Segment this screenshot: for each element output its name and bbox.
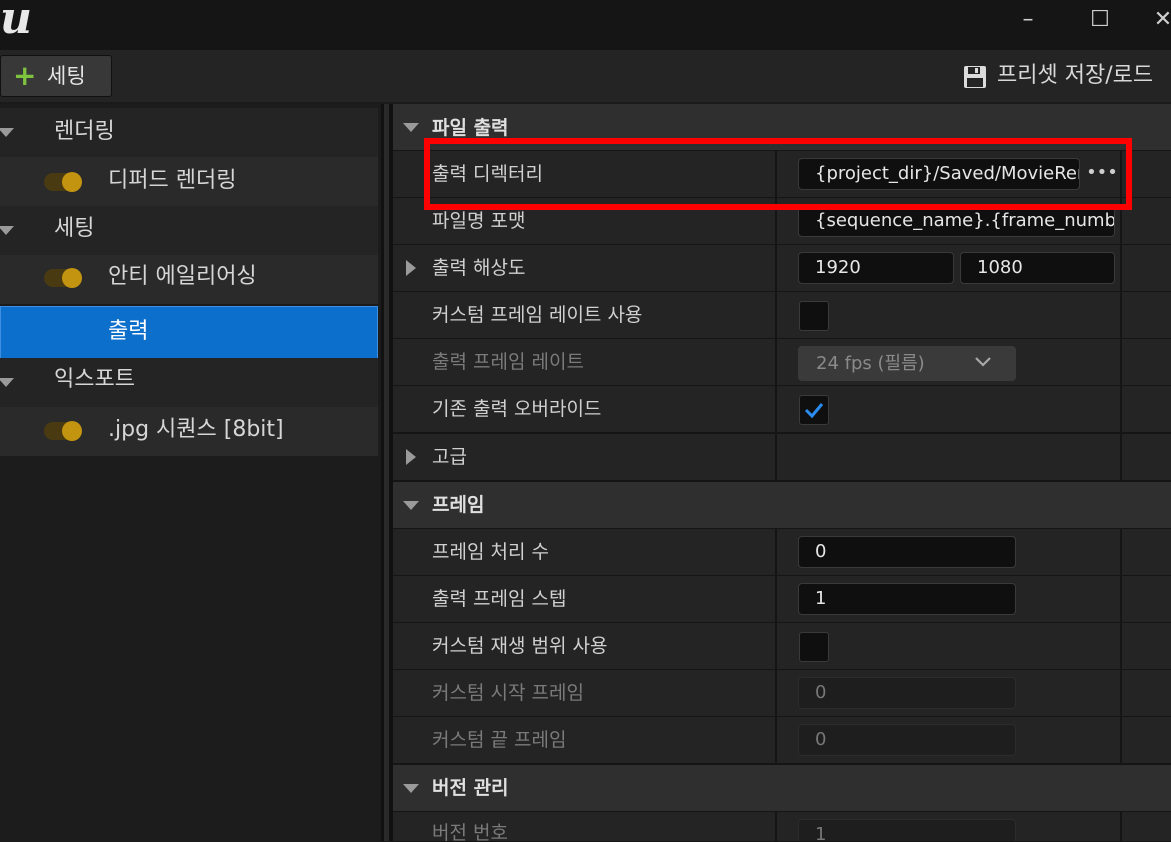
maximize-icon[interactable]: ☐	[1078, 0, 1122, 40]
override-existing-label: 기존 출력 오버라이드	[432, 398, 602, 420]
add-setting-label: 세팅	[47, 64, 86, 88]
version-number-label: 버전 번호	[432, 822, 508, 842]
custom-playback-range-label: 커스텀 재생 범위 사용	[432, 635, 608, 657]
tree-item-label: 안티 에일리어싱	[108, 264, 257, 289]
output-frame-step-field[interactable]: 1	[798, 583, 1016, 615]
add-setting-button[interactable]: + 세팅	[0, 55, 112, 97]
chevron-down-icon	[975, 357, 991, 367]
title-bar	[0, 0, 1171, 50]
caret-down-icon[interactable]	[403, 784, 419, 793]
row-custom-end-frame: 커스텀 끝 프레임 0	[393, 717, 1171, 764]
tree-category-export[interactable]: 익스포트	[0, 358, 378, 407]
enable-toggle[interactable]	[44, 268, 82, 288]
caret-down-icon[interactable]	[0, 128, 14, 137]
unreal-logo-icon: u	[0, 0, 32, 44]
tree-category-label: 세팅	[54, 216, 95, 241]
custom-playback-range-checkbox[interactable]	[799, 632, 829, 662]
row-override-existing: 기존 출력 오버라이드	[393, 386, 1171, 433]
tree-item-label: 출력	[108, 319, 149, 344]
advanced-label: 고급	[432, 446, 467, 468]
tree-category-label: 익스포트	[54, 367, 135, 392]
enable-toggle[interactable]	[44, 172, 82, 192]
row-custom-framerate: 커스텀 프레임 레이트 사용	[393, 292, 1171, 339]
caret-down-icon[interactable]	[403, 501, 419, 510]
override-existing-checkbox[interactable]	[799, 395, 829, 425]
version-number-field[interactable]: 1	[798, 819, 1016, 841]
custom-framerate-label: 커스텀 프레임 레이트 사용	[432, 304, 643, 326]
preset-save-load-button[interactable]: 프리셋 저장/로드	[997, 61, 1153, 91]
handle-frame-count-field[interactable]: 0	[798, 536, 1016, 568]
caret-right-icon[interactable]	[406, 449, 416, 465]
row-custom-start-frame: 커스텀 시작 프레임 0	[393, 670, 1171, 717]
caret-down-icon[interactable]	[0, 378, 14, 387]
tree-item-output[interactable]: 출력	[0, 306, 378, 361]
custom-end-frame-field[interactable]: 0	[798, 724, 1016, 756]
tree-item-deferred-rendering[interactable]: 디퍼드 렌더링	[0, 157, 378, 206]
row-output-framerate: 출력 프레임 레이트 24 fps (필름)	[393, 339, 1171, 386]
output-frame-step-label: 출력 프레임 스텝	[432, 588, 567, 610]
output-framerate-dropdown[interactable]: 24 fps (필름)	[798, 346, 1016, 381]
plus-icon: +	[13, 59, 37, 92]
row-output-resolution: 출력 해상도 1920 1080	[393, 245, 1171, 292]
row-handle-frame-count: 프레임 처리 수 0	[393, 529, 1171, 576]
section-frames[interactable]: 프레임	[393, 482, 1171, 529]
checkmark-icon	[804, 403, 824, 419]
section-versioning[interactable]: 버전 관리	[393, 765, 1171, 812]
tree-item-label: .jpg 시퀀스 [8bit]	[108, 417, 284, 442]
tree-item-jpg-sequence[interactable]: .jpg 시퀀스 [8bit]	[0, 407, 378, 456]
row-advanced[interactable]: 고급	[393, 434, 1171, 481]
custom-start-frame-field[interactable]: 0	[798, 677, 1016, 709]
caret-right-icon[interactable]	[406, 260, 416, 276]
custom-framerate-checkbox[interactable]	[799, 301, 829, 331]
filename-format-label: 파일명 포맷	[432, 210, 526, 232]
tree-item-anti-aliasing[interactable]: 안티 에일리어싱	[0, 255, 378, 304]
row-output-frame-step: 출력 프레임 스텝 1	[393, 576, 1171, 623]
resolution-y-field[interactable]: 1080	[960, 252, 1115, 284]
row-custom-playback-range: 커스텀 재생 범위 사용	[393, 623, 1171, 670]
save-icon[interactable]	[963, 65, 987, 89]
splitter-grip	[384, 104, 389, 841]
handle-frame-count-label: 프레임 처리 수	[432, 541, 549, 563]
enable-toggle[interactable]	[44, 421, 82, 441]
output-framerate-value: 24 fps (필름)	[816, 353, 925, 374]
output-resolution-label: 출력 해상도	[432, 257, 526, 279]
custom-end-frame-label: 커스텀 끝 프레임	[432, 729, 567, 751]
minimize-icon[interactable]: –	[1006, 0, 1050, 40]
tree-item-label: 디퍼드 렌더링	[108, 168, 237, 193]
caret-down-icon[interactable]	[403, 123, 419, 132]
highlight-box	[424, 138, 1132, 210]
toolbar	[0, 50, 1171, 102]
tree-category-rendering[interactable]: 렌더링	[0, 108, 378, 157]
section-title: 버전 관리	[432, 777, 509, 799]
tree-category-label: 렌더링	[54, 119, 115, 144]
caret-down-icon[interactable]	[0, 226, 14, 235]
tree-category-settings[interactable]: 세팅	[0, 206, 378, 255]
close-icon[interactable]: ✕	[1148, 0, 1171, 40]
custom-start-frame-label: 커스텀 시작 프레임	[432, 682, 584, 704]
resolution-x-field[interactable]: 1920	[798, 252, 954, 284]
section-title: 프레임	[432, 494, 485, 516]
output-framerate-label: 출력 프레임 레이트	[432, 351, 584, 373]
row-version-number: 버전 번호 1	[393, 812, 1171, 842]
